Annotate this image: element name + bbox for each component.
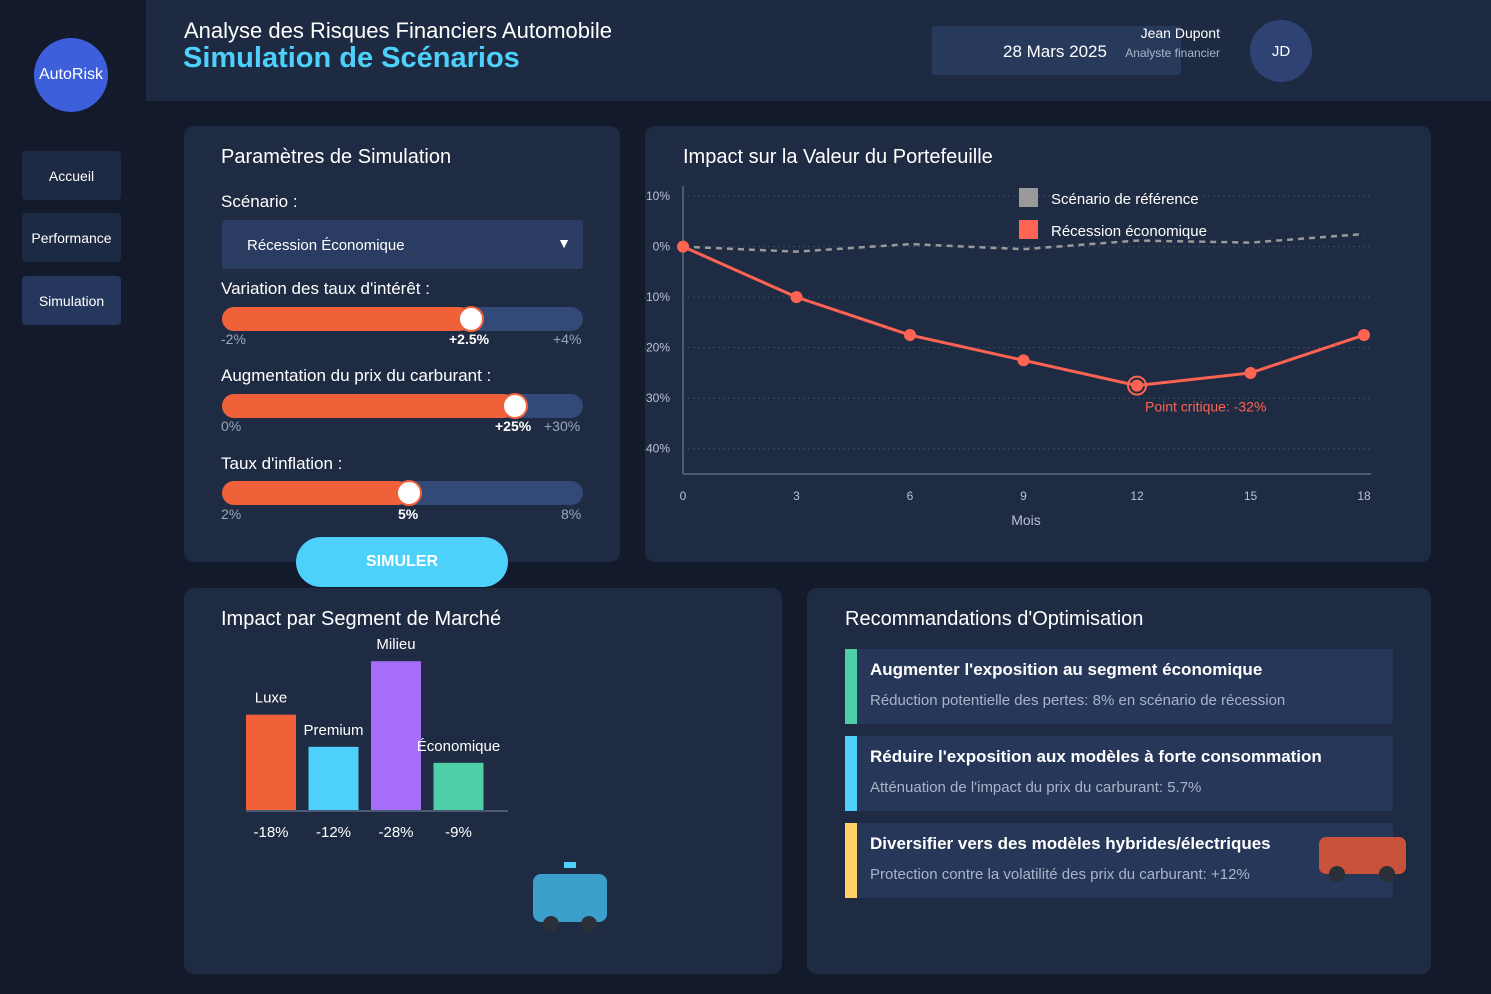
app-logo[interactable]: AutoRisk (34, 38, 108, 112)
x-axis-label: Mois (1011, 512, 1041, 528)
recommendation-title: Augmenter l'exposition au segment économ… (870, 660, 1263, 679)
slider-max: 8% (561, 506, 582, 522)
data-point (1017, 354, 1030, 367)
segment-impact-panel: Impact par Segment de Marché Luxe -18% Pre… (184, 588, 782, 974)
bar-0 (246, 714, 296, 811)
fuel-price-slider[interactable] (222, 393, 583, 419)
nav-item-simulation[interactable]: Simulation (22, 276, 121, 325)
slider-label-fuel: Augmentation du prix du carburant : (221, 366, 492, 385)
slider-min: 0% (221, 418, 242, 434)
recommendation-desc: Protection contre la volatilité des prix… (870, 866, 1250, 883)
bar-value-label: -9% (445, 824, 472, 841)
slider-min: -2% (221, 331, 246, 347)
recommendations-title: Recommandations d'Optimisation (845, 608, 1144, 630)
slider-max: +4% (553, 331, 582, 347)
slider-max: +30% (544, 418, 581, 434)
slider-handle[interactable] (458, 306, 484, 332)
params-title: Paramètres de Simulation (221, 146, 452, 168)
portfolio-impact-panel: Impact sur la Valeur du Portefeuille +10… (645, 126, 1431, 562)
bar-category-label: Premium (303, 722, 363, 739)
y-tick-label: -10% (645, 290, 670, 304)
slider-current: +25% (495, 418, 532, 434)
header-bar: Analyse des Risques Financiers Automobil… (146, 0, 1491, 101)
x-tick-label: 12 (1130, 489, 1144, 503)
sidebar: AutoRisk Accueil Performance Simulation (0, 0, 146, 994)
page-subtitle: Simulation de Scénarios (183, 42, 520, 74)
y-tick-label: +10% (645, 189, 670, 203)
x-tick-label: 15 (1244, 489, 1258, 503)
x-tick-label: 3 (793, 489, 800, 503)
recommendation-card[interactable]: Diversifier vers des modèles hybrides/él… (845, 823, 1393, 898)
data-point (1131, 379, 1143, 392)
bar-2 (371, 661, 421, 811)
user-role: Analyste financier (1125, 46, 1220, 60)
nav-item-performance[interactable]: Performance (22, 213, 121, 262)
y-tick-label: -20% (645, 341, 670, 355)
bar-3 (433, 762, 484, 811)
recommendation-accent (845, 823, 857, 898)
nav-item-accueil[interactable]: Accueil (22, 151, 121, 200)
slider-handle[interactable] (396, 480, 422, 506)
slider-label-inflation: Taux d'inflation : (221, 454, 343, 473)
user-name: Jean Dupont (1140, 25, 1220, 41)
x-tick-label: 6 (907, 489, 914, 503)
data-point (677, 240, 689, 253)
legend-swatch-recession (1019, 220, 1038, 239)
slider-label-interest: Variation des taux d'intérêt : (221, 279, 430, 298)
x-tick-label: 0 (680, 489, 687, 503)
critical-point-label: Point critique: -32% (1145, 399, 1266, 415)
recommendation-accent (845, 649, 857, 724)
scenario-select[interactable]: Récession Économique ▼ (222, 220, 583, 269)
recommendation-title: Réduire l'exposition aux modèles à forte… (870, 747, 1322, 766)
slider-min: 2% (221, 506, 242, 522)
bar-value-label: -12% (316, 824, 351, 841)
recommendation-accent (845, 736, 857, 811)
page-title: Analyse des Risques Financiers Automobil… (184, 18, 613, 43)
bar-category-label: Économique (417, 738, 500, 755)
inflation-slider[interactable] (222, 480, 583, 506)
bar-1 (308, 746, 359, 811)
slider-current: 5% (398, 506, 419, 522)
data-point (790, 291, 803, 304)
recommendations-panel: Recommandations d'Optimisation Augmenter… (807, 588, 1431, 974)
slider-fill (222, 394, 515, 418)
y-tick-label: 0% (653, 240, 671, 254)
interest-rate-slider[interactable] (222, 306, 583, 332)
scenario-select-value: Récession Économique (247, 237, 405, 254)
bar-value-label: -18% (253, 824, 288, 841)
scenario-label: Scénario : (221, 192, 298, 211)
recommendation-title: Diversifier vers des modèles hybrides/él… (870, 834, 1271, 853)
recommendation-desc: Atténuation de l'impact du prix du carbu… (870, 779, 1202, 796)
slider-fill (222, 481, 409, 505)
chevron-down-icon: ▼ (557, 235, 571, 251)
y-tick-label: -40% (645, 442, 670, 456)
legend-label-recession: Récession économique (1051, 223, 1207, 240)
ev-car-icon (1319, 837, 1406, 882)
x-tick-label: 9 (1020, 489, 1027, 503)
legend-label-reference: Scénario de référence (1051, 191, 1199, 208)
current-date: 28 Mars 2025 (1003, 42, 1107, 61)
simulation-params-panel: Paramètres de Simulation Scénario : Réce… (184, 126, 620, 562)
data-point (904, 329, 916, 342)
slider-handle[interactable] (502, 393, 528, 419)
line-chart: +10% 0% -10% -20% -30% -40% 0 3 6 9 12 15 18 Mois Poin… (645, 186, 1371, 528)
y-tick-label: -30% (645, 391, 670, 405)
simulate-button[interactable]: SIMULER (296, 537, 508, 587)
bar-value-label: -28% (378, 824, 413, 841)
data-point (1358, 329, 1370, 342)
bar-chart: Luxe -18% Premium -12% Milieu -28% Économique -… (246, 636, 508, 841)
avatar[interactable]: JD (1250, 20, 1312, 82)
slider-fill (222, 307, 471, 331)
x-tick-label: 18 (1357, 489, 1371, 503)
recommendation-desc: Réduction potentielle des pertes: 8% en … (870, 692, 1286, 709)
data-point (1244, 366, 1257, 379)
recommendation-card[interactable]: Réduire l'exposition aux modèles à forte… (845, 736, 1393, 811)
bar-category-label: Milieu (376, 636, 415, 653)
car-icon (533, 862, 607, 932)
slider-current: +2.5% (449, 331, 490, 347)
bar-category-label: Luxe (255, 690, 288, 707)
recommendation-card[interactable]: Augmenter l'exposition au segment économ… (845, 649, 1393, 724)
legend-swatch-reference (1019, 188, 1038, 207)
